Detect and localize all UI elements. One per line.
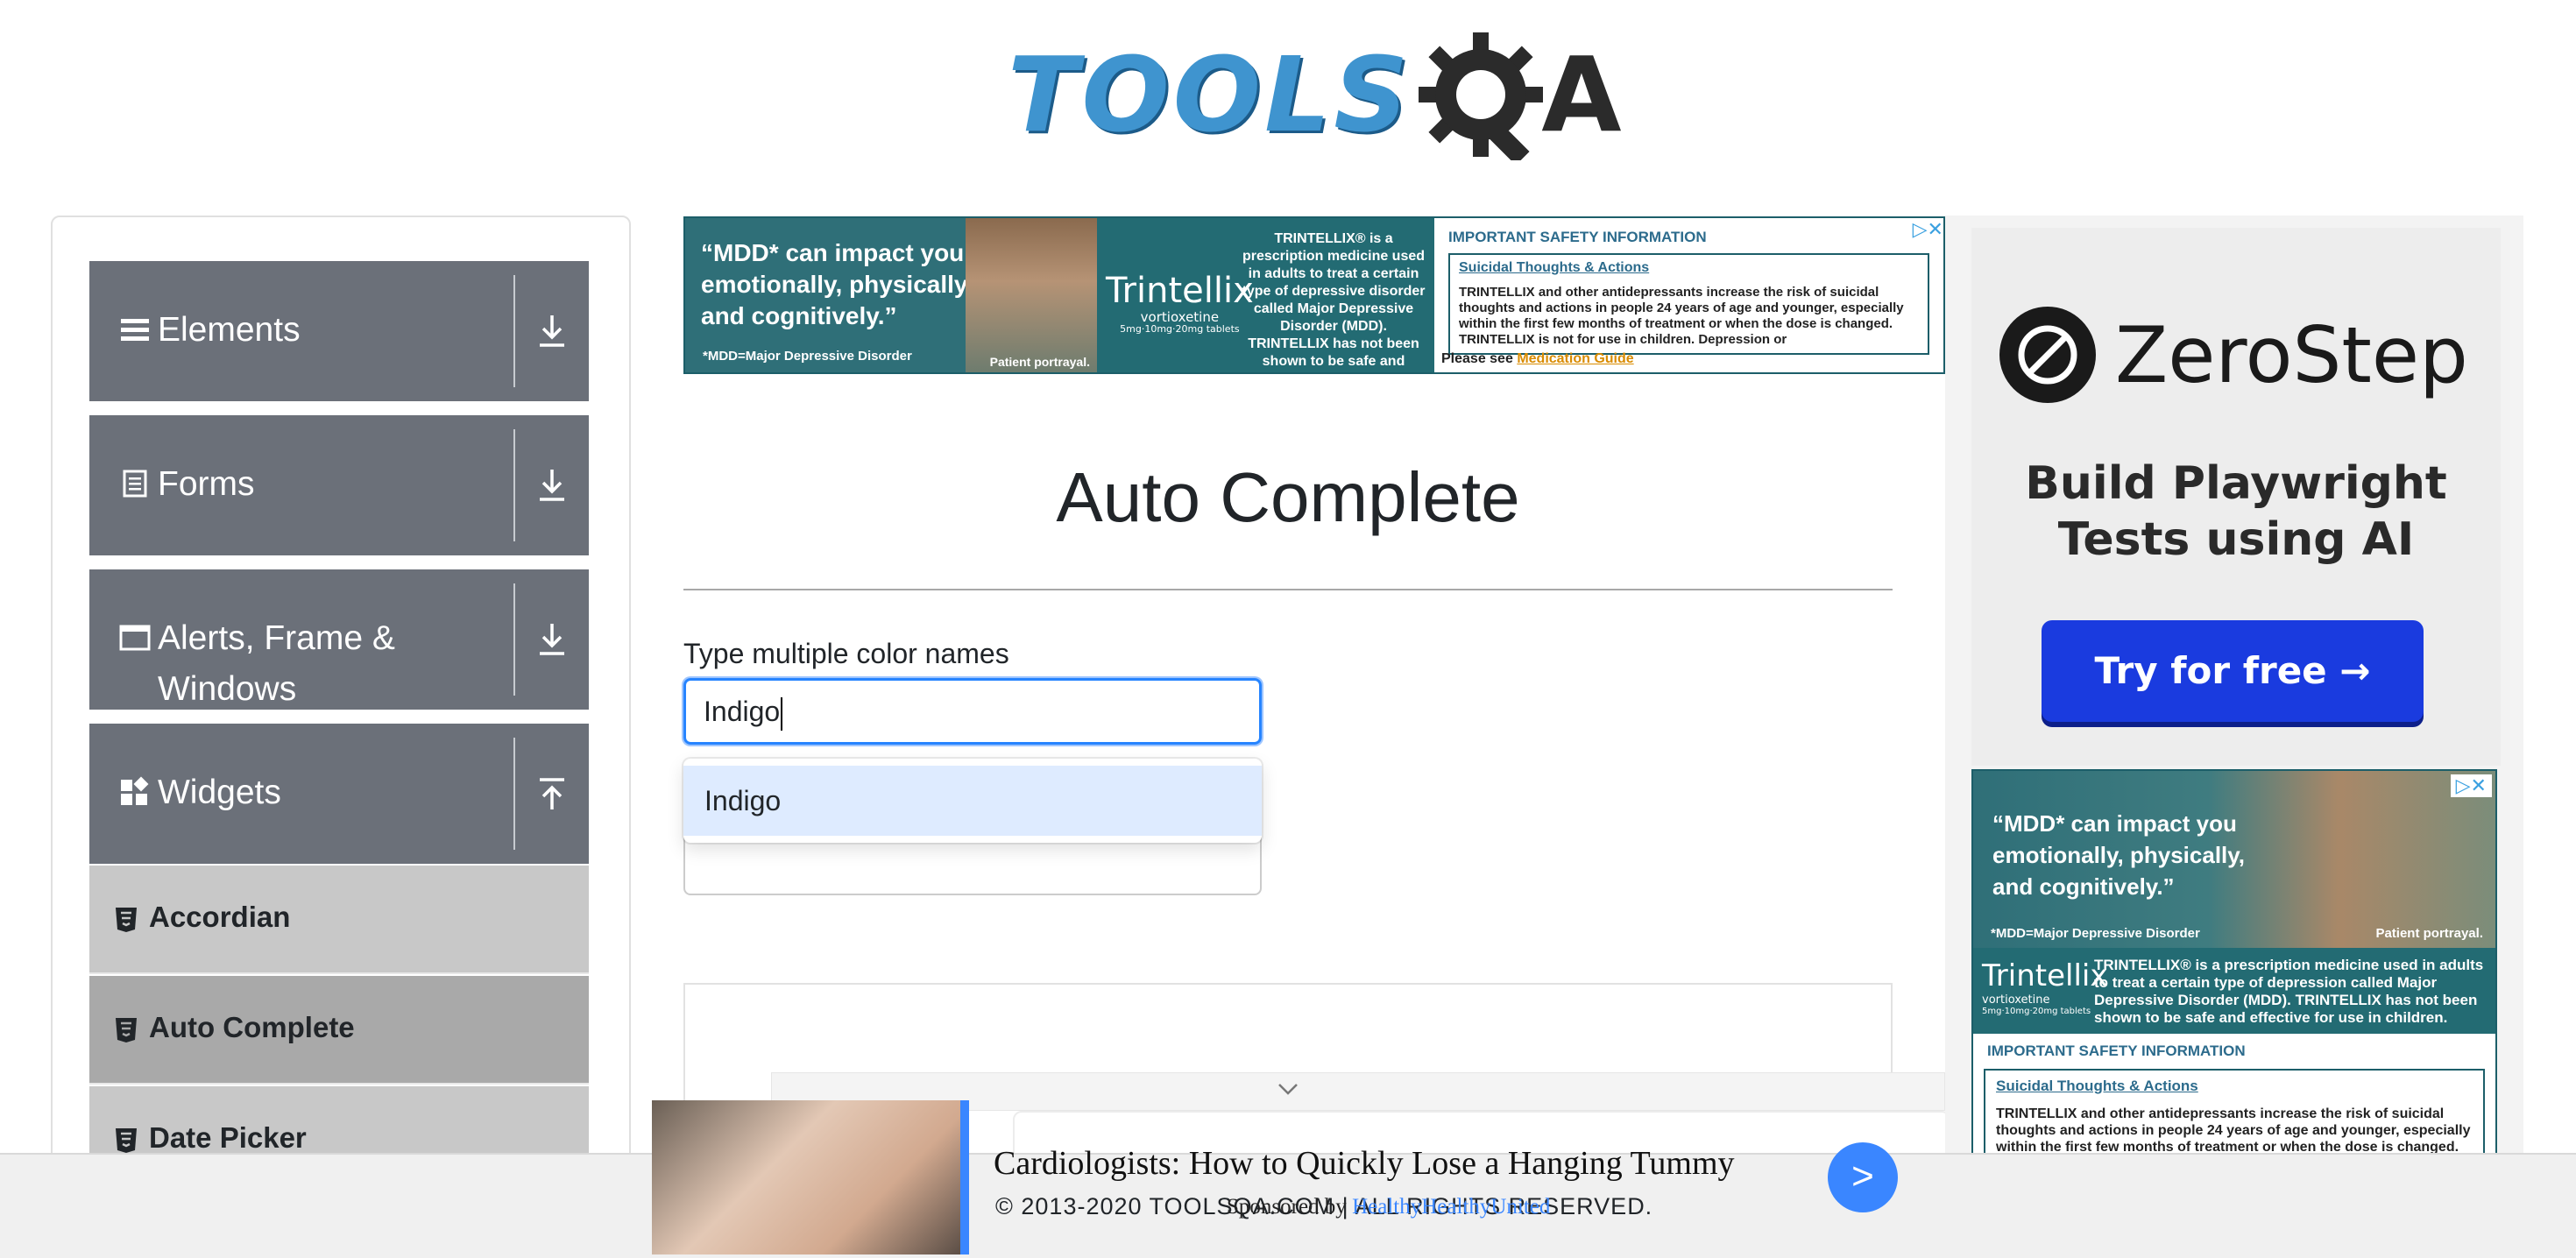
sidebar-group-label: Widgets [158, 774, 281, 811]
logo-a-text: A [1541, 34, 1622, 155]
ad-brand-dose: 5mg·10mg·20mg tablets [1120, 323, 1240, 335]
divider [513, 738, 515, 850]
ad-quote: “MDD* can impact you emotionally, physic… [1992, 810, 2246, 900]
try-for-free-button[interactable]: Try for free → [2042, 620, 2424, 722]
ad-rx-text: TRINTELLIX® is a prescription medicine u… [1241, 231, 1427, 372]
sidebar-item-label: Accordian [149, 901, 291, 933]
ad-panel-safety: IMPORTANT SAFETY INFORMATION Suicidal Th… [1434, 218, 1943, 372]
ad-quote: “MDD* can impact you emotionally, physic… [701, 239, 973, 329]
toolsqa-logo[interactable]: TOOLS Q A [1008, 25, 1622, 166]
sidebar-item-label: Date Picker [149, 1121, 307, 1154]
ad-banner-top[interactable]: “MDD* can impact you emotionally, physic… [683, 216, 1945, 374]
gear-q-icon: Q [1415, 29, 1546, 166]
ad-safety-link[interactable]: Suicidal Thoughts & Actions [1996, 1078, 2198, 1094]
ad-brand-generic: vortioxetine [1982, 993, 2050, 1007]
sidebar-item-label: Auto Complete [149, 1011, 355, 1043]
divider [683, 589, 1893, 590]
sponsored-by-prefix: Sponsored by [1227, 1195, 1347, 1219]
sidebar-item-accordian[interactable]: Accordian [89, 866, 589, 974]
ad-footnote: *MDD=Major Depressive Disorder [703, 349, 912, 364]
download-icon[interactable] [527, 461, 577, 510]
zerostep-logo-icon [1999, 307, 2096, 403]
zerostep-tagline: Build Playwright Tests using AI [2025, 457, 2447, 566]
page-title: Auto Complete [1056, 458, 1520, 536]
ad-safety-body: TRINTELLIX and other antidepressants inc… [1459, 285, 1904, 347]
ad-rx-text: TRINTELLIX® is a prescription medicine u… [2094, 957, 2484, 1026]
logo-text: TOOLS [1008, 34, 1412, 155]
ad-footnote: *MDD=Major Depressive Disorder [1991, 926, 2200, 941]
sidebar-group-label: Alerts, Frame & Windows [158, 619, 395, 708]
sidebar-group-label: Elements [158, 311, 301, 349]
sponsored-ad-title[interactable]: Cardiologists: How to Quickly Lose a Han… [994, 1144, 1735, 1183]
page: TOOLS Q A Elem [0, 0, 2576, 1258]
ad-panel-brand: Trintellix vortioxetine 5mg·10mg·20mg ta… [1973, 948, 2495, 1034]
sponsored-ad-image [652, 1100, 969, 1254]
sponsored-source-link[interactable]: HealthyHealthyUnited [1352, 1195, 1550, 1219]
autocomplete-menu: Indigo [683, 759, 1262, 843]
ad-panel-brand: Trintellix vortioxetine 5mg·10mg·20mg ta… [1097, 218, 1434, 372]
sidebar-group-elements[interactable]: Elements [89, 261, 589, 401]
zerostep-brand: ZeroStep [2115, 310, 2468, 400]
html5-icon [116, 908, 137, 932]
adchoices-icon[interactable]: ▷✕ [2450, 774, 2492, 797]
sidebar-group-label: Forms [158, 465, 255, 503]
ad-portrayal-note: Patient portrayal. [2375, 926, 2483, 941]
sidebar-group-widgets[interactable]: Widgets [89, 724, 589, 864]
ad-portrayal-note: Patient portrayal. [989, 355, 1090, 369]
adchoices-icon[interactable]: ▷✕ [1913, 218, 1943, 241]
ad-isi-heading: IMPORTANT SAFETY INFORMATION [1448, 229, 1707, 245]
divider [513, 429, 515, 541]
window-icon [119, 625, 151, 651]
sidebar: Elements Forms Alerts, Frame & Windows W… [51, 216, 631, 1258]
download-icon[interactable] [527, 307, 577, 356]
sidebar-group-alerts[interactable]: Alerts, Frame & Windows [89, 569, 589, 710]
ad-isi-heading: IMPORTANT SAFETY INFORMATION [1987, 1042, 2246, 1059]
sponsored-by: Sponsored by HealthyHealthyUnited [1227, 1195, 1550, 1219]
sponsored-ad[interactable]: Cardiologists: How to Quickly Lose a Han… [652, 1100, 1914, 1258]
ad-isi-box: Suicidal Thoughts & Actions TRINTELLIX a… [1448, 253, 1929, 355]
multi-color-input[interactable]: Indigo [683, 678, 1262, 745]
html5-icon [116, 1128, 137, 1153]
divider [513, 275, 515, 387]
ad-brand-name: Trintellix [1982, 958, 2108, 993]
ad-guide-link[interactable]: Medication Guide [1517, 351, 1633, 366]
form-icon [123, 470, 147, 498]
ad-guide-prefix: Please see [1441, 351, 1513, 366]
sidebar-item-auto-complete[interactable]: Auto Complete [89, 976, 589, 1085]
text-caret [781, 696, 783, 731]
multi-color-label: Type multiple color names [683, 638, 1009, 669]
upload-icon[interactable] [527, 769, 577, 818]
divider [513, 583, 515, 696]
html5-icon [116, 1018, 137, 1042]
sidebar-group-forms[interactable]: Forms [89, 415, 589, 555]
ad-brand-dose: 5mg·10mg·20mg tablets [1982, 1007, 2091, 1016]
ad-panel-quote: “MDD* can impact you emotionally, physic… [1973, 771, 2495, 948]
download-icon[interactable] [527, 615, 577, 664]
ad-brand: Trintellix vortioxetine 5mg·10mg·20mg ta… [1106, 271, 1254, 335]
ad-portrait-image: Patient portrayal. [966, 218, 1097, 372]
multi-color-input-value: Indigo [704, 696, 781, 727]
ad-safety-link[interactable]: Suicidal Thoughts & Actions [1459, 260, 1649, 275]
sponsored-go-button[interactable]: > [1828, 1142, 1898, 1212]
autocomplete-option[interactable]: Indigo [683, 766, 1262, 836]
ad-brand-name: Trintellix [1106, 271, 1254, 311]
ad-panel-quote: “MDD* can impact you emotionally, physic… [685, 218, 1097, 372]
menu-icon [121, 319, 149, 341]
ad-guide: Please see Medication Guide [1441, 351, 1634, 367]
ad-brand: Trintellix vortioxetine 5mg·10mg·20mg ta… [1982, 958, 2107, 1016]
widgets-icon [121, 776, 149, 805]
